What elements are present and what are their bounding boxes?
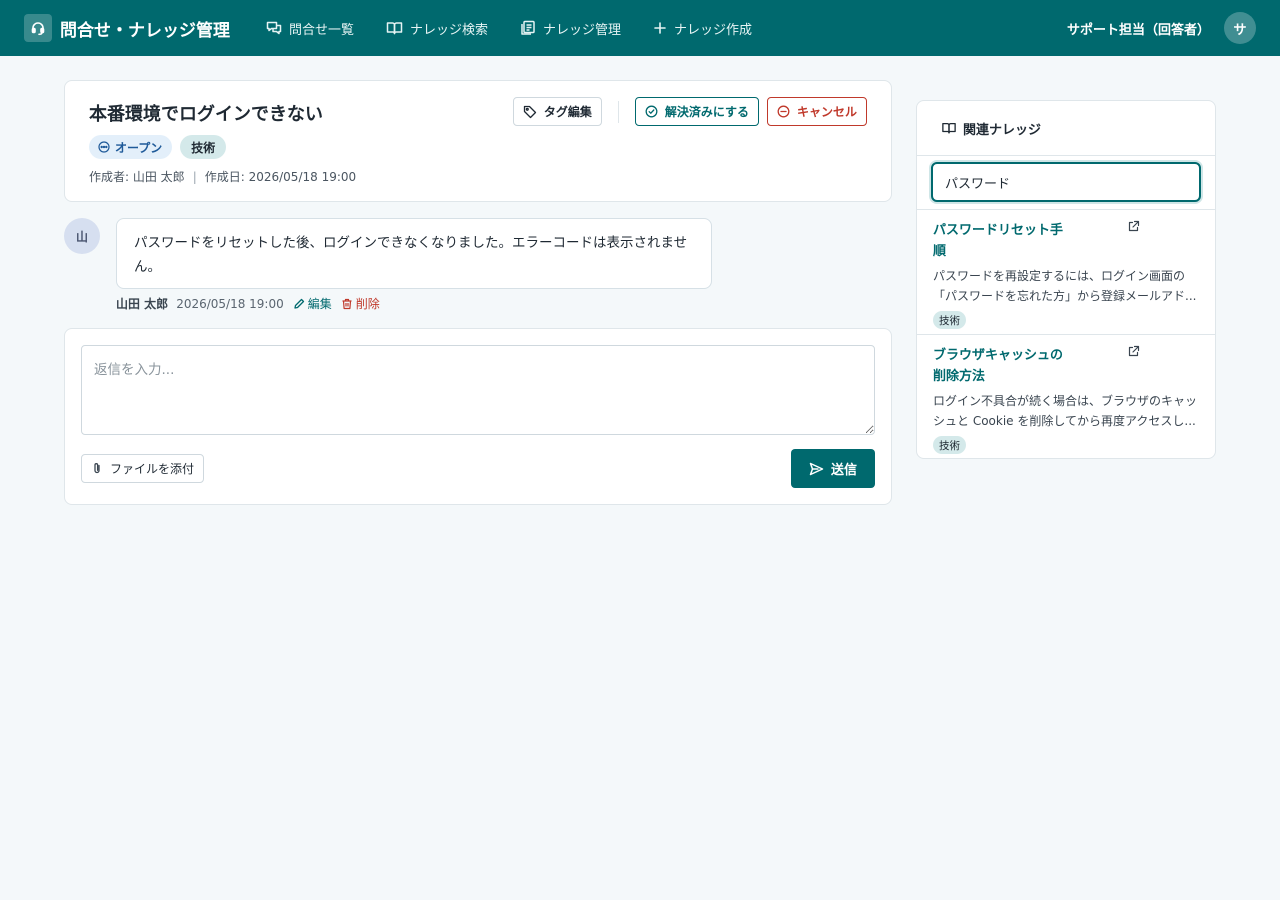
actions-divider — [617, 100, 619, 123]
resolve-button[interactable]: 解決済みにする — [634, 97, 759, 126]
send-icon — [809, 462, 824, 475]
reply-card: ファイルを添付 送信 — [64, 328, 892, 505]
ellipsis-circle-icon — [98, 141, 110, 153]
knowledge-desc-line: シュと Cookie を削除してから再度アクセスし... — [933, 414, 1196, 428]
status-label: オープン — [115, 140, 163, 155]
ticket-created: 作成日: 2026/05/18 19:00 — [204, 170, 357, 184]
nav-item-label: ナレッジ作成 — [674, 22, 753, 38]
cancel-button[interactable]: キャンセル — [766, 97, 867, 126]
status-badge: オープン — [89, 135, 173, 159]
related-knowledge-title: 関連ナレッジ — [963, 122, 1042, 138]
ticket-badges: オープン 技術 — [89, 135, 227, 159]
attach-file-button[interactable]: ファイルを添付 — [81, 454, 205, 483]
documents-icon — [521, 20, 535, 35]
paperclip-icon — [94, 463, 100, 474]
related-knowledge-header: 関連ナレッジ — [917, 101, 1215, 156]
tag-edit-label: タグ編集 — [543, 105, 592, 119]
check-circle-icon — [645, 105, 658, 118]
tag-icon — [523, 105, 536, 118]
nav-item-inquiry-list[interactable]: 問合せ一覧 — [250, 0, 370, 56]
knowledge-item-title[interactable]: パスワードリセット手 順 — [933, 220, 1073, 262]
app-title: 問合せ・ナレッジ管理 — [60, 20, 230, 41]
nav-item-knowledge-manage[interactable]: ナレッジ管理 — [504, 0, 637, 56]
resolve-label: 解決済みにする — [664, 105, 749, 119]
user-name: サポート担当（回答者） — [1066, 22, 1210, 38]
message-time: 2026/05/18 19:00 — [176, 296, 284, 311]
external-link-icon[interactable] — [1127, 220, 1140, 233]
main-nav: 問合せ一覧 ナレッジ検索 ナレッジ管理 ナレッジ作成 — [250, 0, 768, 56]
knowledge-desc-line: ログイン不具合が続く場合は、ブラウザのキャッ — [933, 394, 1198, 408]
knowledge-desc-line: パスワードを再設定するには、ログイン画面の — [933, 269, 1186, 283]
edit-label: 編集 — [307, 297, 332, 311]
knowledge-title-line: 順 — [933, 244, 947, 259]
knowledge-search-input[interactable] — [931, 162, 1201, 202]
knowledge-desc-line: 「パスワードを忘れた方」から登録メールアド... — [933, 289, 1197, 303]
message-author: 山田 太郎 — [116, 297, 169, 311]
related-knowledge-panel: 関連ナレッジ パスワードリセット手 順 パスワードを再設定するには、ログイン画面… — [916, 100, 1216, 459]
user-avatar[interactable]: サ — [1224, 12, 1256, 44]
reply-input[interactable] — [81, 345, 875, 435]
nav-item-label: ナレッジ検索 — [410, 22, 489, 38]
knowledge-item-description: ログイン不具合が続く場合は、ブラウザのキャッ シュと Cookie を削除してか… — [933, 391, 1199, 431]
message-bubble: パスワードをリセットした後、ログインできなくなりました。エラーコードは表示されま… — [116, 218, 712, 289]
plus-icon — [654, 22, 666, 34]
knowledge-search-wrap — [917, 156, 1215, 210]
nav-item-knowledge-search[interactable]: ナレッジ検索 — [370, 0, 504, 56]
ticket-title: 本番環境でログインできない — [89, 104, 323, 125]
knowledge-tag: 技術 — [933, 436, 966, 454]
delete-label: 削除 — [355, 297, 380, 311]
edit-message-link[interactable]: 編集 — [293, 295, 332, 312]
knowledge-item[interactable]: ブラウザキャッシュの 削除方法 ログイン不具合が続く場合は、ブラウザのキャッ シ… — [917, 335, 1215, 458]
trash-icon — [342, 298, 352, 309]
ticket-meta: 作成者: 山田 太郎 | 作成日: 2026/05/18 19:00 — [89, 168, 356, 185]
user-menu[interactable]: サポート担当（回答者） サ — [1067, 12, 1256, 44]
knowledge-item-description: パスワードを再設定するには、ログイン画面の 「パスワードを忘れた方」から登録メー… — [933, 266, 1199, 306]
nav-item-knowledge-create[interactable]: ナレッジ作成 — [637, 0, 768, 56]
open-book-icon — [942, 122, 956, 134]
top-bar: 問合せ・ナレッジ管理 問合せ一覧 ナレッジ検索 ナレッジ管理 ナレッジ作成 サポ… — [0, 0, 1280, 56]
knowledge-title-line: 削除方法 — [933, 369, 986, 384]
brand[interactable]: 問合せ・ナレッジ管理 — [24, 14, 230, 42]
minus-circle-icon — [777, 105, 790, 118]
headset-icon — [24, 14, 52, 42]
ticket-actions: タグ編集 解決済みにする キャンセル — [512, 97, 867, 126]
tag-edit-button[interactable]: タグ編集 — [512, 97, 602, 126]
nav-item-label: ナレッジ管理 — [543, 22, 622, 38]
send-button[interactable]: 送信 — [791, 449, 875, 488]
ticket-card: 本番環境でログインできない オープン 技術 作成者: 山田 太郎 | 作成日: … — [64, 80, 892, 202]
nav-item-label: 問合せ一覧 — [289, 22, 355, 38]
open-book-icon — [386, 22, 403, 35]
knowledge-item-title[interactable]: ブラウザキャッシュの 削除方法 — [933, 345, 1073, 387]
ticket-author: 作成者: 山田 太郎 — [89, 170, 185, 184]
tag-badge: 技術 — [180, 135, 227, 159]
knowledge-item[interactable]: パスワードリセット手 順 パスワードを再設定するには、ログイン画面の 「パスワー… — [917, 210, 1215, 335]
delete-message-link[interactable]: 削除 — [341, 295, 380, 312]
chat-bubbles-icon — [266, 21, 282, 35]
external-link-icon[interactable] — [1127, 345, 1140, 358]
knowledge-title-line: パスワードリセット手 — [933, 223, 1064, 238]
cancel-label: キャンセル — [796, 105, 857, 119]
pencil-icon — [294, 298, 304, 309]
meta-separator: | — [192, 169, 197, 184]
message-avatar: 山 — [64, 218, 100, 254]
knowledge-title-line: ブラウザキャッシュの — [933, 348, 1064, 363]
message-meta: 山田 太郎 2026/05/18 19:00 編集 削除 — [116, 295, 380, 312]
attach-label: ファイルを添付 — [110, 462, 195, 476]
knowledge-tag: 技術 — [933, 311, 966, 329]
send-label: 送信 — [830, 463, 857, 478]
